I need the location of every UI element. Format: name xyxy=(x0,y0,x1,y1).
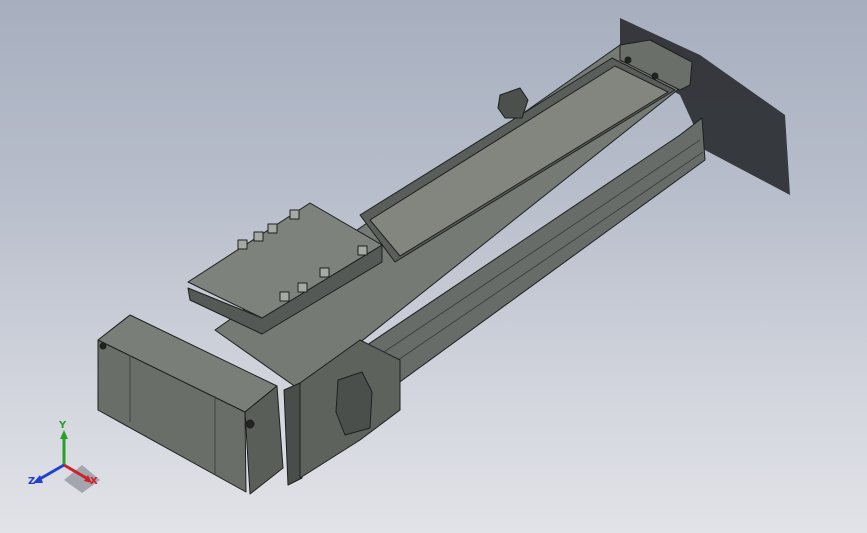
y-axis-label: Y xyxy=(59,420,67,431)
carriage-mount-hole xyxy=(237,239,248,250)
sensor-bracket xyxy=(497,87,529,119)
end-cap-screw xyxy=(651,72,659,80)
carriage-mount-hole xyxy=(253,231,264,242)
y-axis-arrowhead xyxy=(60,430,68,439)
motor-screw xyxy=(245,419,255,429)
motor-screw xyxy=(99,342,107,350)
z-axis-label: Z xyxy=(28,476,36,487)
carriage-mount-hole xyxy=(279,291,290,302)
carriage-mount-hole xyxy=(357,245,368,256)
motor-flange xyxy=(283,382,303,486)
carriage-mount-hole xyxy=(289,209,300,220)
carriage-mount-hole xyxy=(297,282,308,293)
z-axis-arrow xyxy=(37,463,65,482)
coordinate-triad[interactable] xyxy=(20,425,140,505)
carriage-mount-hole xyxy=(319,267,330,278)
carriage-mount-hole xyxy=(267,223,278,234)
graphics-viewport[interactable]: Y X Z xyxy=(0,0,867,533)
coupling-connector xyxy=(335,371,373,436)
linear-actuator-model[interactable] xyxy=(97,39,706,495)
x-axis-label: X xyxy=(90,476,98,487)
end-cap-screw xyxy=(624,56,632,64)
